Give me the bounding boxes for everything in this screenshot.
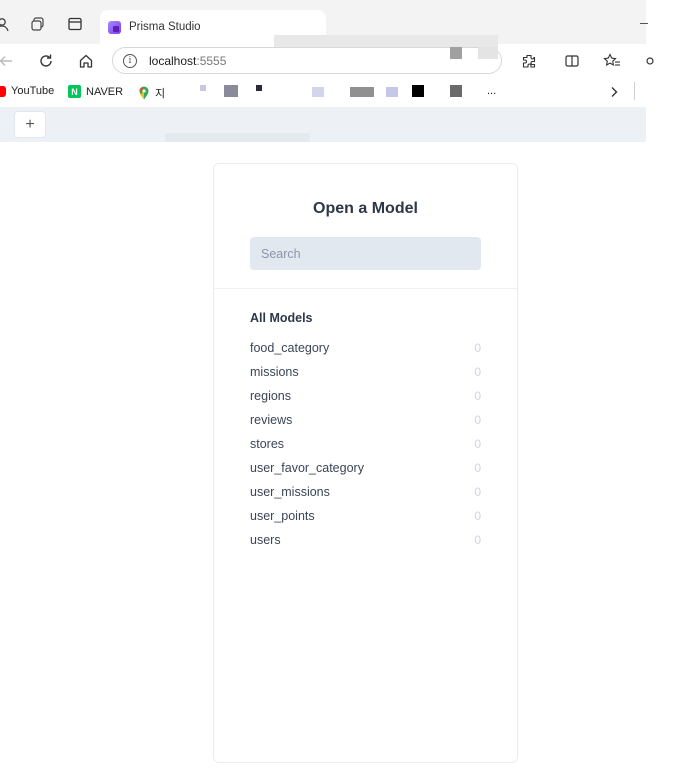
browser-toolbar: i localhost:5555 <box>0 35 654 77</box>
model-name: regions <box>250 389 291 403</box>
redacted-area <box>450 85 462 97</box>
studio-tabbar: + <box>0 107 646 142</box>
redacted-area <box>312 87 324 97</box>
model-count: 0 <box>474 389 481 403</box>
redacted-area <box>350 87 374 97</box>
redacted-area <box>478 47 498 59</box>
redacted-area <box>165 133 310 142</box>
favorites-icon[interactable] <box>602 51 622 71</box>
naver-icon: N <box>68 85 81 98</box>
model-name: stores <box>250 437 285 451</box>
redacted-area <box>224 85 238 97</box>
reload-icon[interactable] <box>36 51 56 71</box>
model-item-user_points[interactable]: user_points 0 <box>250 504 481 528</box>
bookmarks-bar: YouTube N NAVER 지 ... <box>0 77 646 107</box>
redacted-area <box>412 85 424 97</box>
bookmark-label: NAVER <box>86 85 124 98</box>
model-count: 0 <box>474 533 481 547</box>
model-item-missions[interactable]: missions 0 <box>250 360 481 384</box>
profile-icon[interactable] <box>0 16 10 32</box>
model-name: user_points <box>250 509 315 523</box>
model-item-users[interactable]: users 0 <box>250 528 481 552</box>
redacted-area <box>450 47 462 59</box>
open-model-panel: Open a Model All Models food_category 0 … <box>213 163 518 763</box>
model-name: user_missions <box>250 485 330 499</box>
redacted-area <box>274 35 498 47</box>
youtube-icon <box>0 85 6 97</box>
tab-title: Prisma Studio <box>129 21 201 33</box>
tab-actions-icon[interactable] <box>67 16 83 32</box>
model-count: 0 <box>474 509 481 523</box>
divider <box>214 288 517 289</box>
model-item-user_favor_category[interactable]: user_favor_category 0 <box>250 456 481 480</box>
model-name: user_favor_category <box>250 461 364 475</box>
model-item-regions[interactable]: regions 0 <box>250 384 481 408</box>
bookmark-label: 지 <box>155 88 166 100</box>
bookmark-naver[interactable]: N NAVER <box>68 85 123 98</box>
model-item-user_missions[interactable]: user_missions 0 <box>250 480 481 504</box>
model-count: 0 <box>474 461 481 475</box>
model-name: missions <box>250 365 299 379</box>
workspaces-icon[interactable] <box>30 16 46 32</box>
plus-icon: + <box>25 115 35 133</box>
redacted-area <box>386 87 398 97</box>
divider <box>634 82 635 100</box>
chevron-right-icon[interactable] <box>604 82 624 102</box>
model-list: food_category 0 missions 0 regions 0 rev… <box>250 336 481 552</box>
search-input[interactable] <box>250 237 481 270</box>
address-bar[interactable]: i localhost:5555 <box>112 47 502 74</box>
model-count: 0 <box>474 437 481 451</box>
model-count: 0 <box>474 341 481 355</box>
model-item-reviews[interactable]: reviews 0 <box>250 408 481 432</box>
url-text: localhost:5555 <box>149 53 227 68</box>
prisma-logo-icon <box>108 20 121 34</box>
bookmark-youtube[interactable]: YouTube <box>0 85 54 97</box>
redacted-area <box>256 85 262 91</box>
bookmarks-overflow-text: ... <box>487 85 497 97</box>
redacted-area <box>200 85 206 91</box>
model-count: 0 <box>474 485 481 499</box>
model-count: 0 <box>474 365 481 379</box>
model-name: food_category <box>250 341 330 355</box>
site-info-icon[interactable]: i <box>123 53 137 68</box>
model-name: reviews <box>250 413 293 427</box>
panel-title: Open a Model <box>313 200 418 217</box>
split-screen-icon[interactable] <box>562 51 582 71</box>
new-tab-button[interactable]: + <box>14 111 46 138</box>
bookmark-label: YouTube <box>11 85 55 97</box>
model-item-food_category[interactable]: food_category 0 <box>250 336 481 360</box>
screen: Prisma Studio i localhost:5555 YouTube N… <box>0 0 679 772</box>
maps-pin-icon <box>139 86 149 100</box>
extensions-icon[interactable] <box>519 51 539 71</box>
bookmark-maps[interactable]: 지 <box>138 85 165 101</box>
overflow-icon[interactable] <box>640 51 660 71</box>
minimize-icon[interactable] <box>640 23 648 24</box>
model-name: users <box>250 533 281 547</box>
model-count: 0 <box>474 413 481 427</box>
home-icon[interactable] <box>76 51 96 71</box>
back-arrow-icon[interactable] <box>0 51 16 71</box>
section-title: All Models <box>250 311 313 325</box>
model-item-stores[interactable]: stores 0 <box>250 432 481 456</box>
